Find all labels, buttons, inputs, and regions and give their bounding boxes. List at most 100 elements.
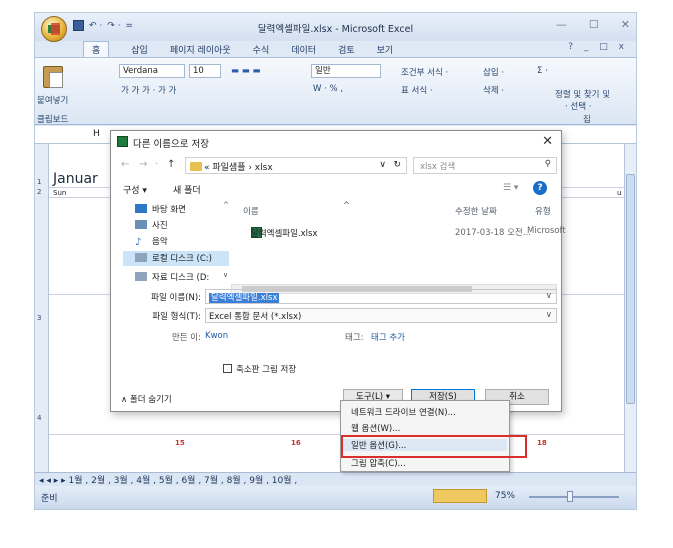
filename-input[interactable]: 달력엑셀파일.xlsx ∨ <box>205 289 557 304</box>
dialog-close-button[interactable]: ✕ <box>542 134 553 149</box>
nav-item-desktop[interactable]: 바탕 화면 <box>135 203 186 215</box>
tab-home[interactable]: 홈 <box>83 41 110 57</box>
calendar-cell[interactable]: 15 <box>175 439 185 447</box>
chevron-down-icon[interactable]: ∨ <box>546 310 552 320</box>
day-header-sun[interactable]: Sun <box>53 189 66 197</box>
address-bar[interactable]: « 파일샘플 › xlsx ∨ ↻ <box>185 157 407 174</box>
nav-item-data-disk-d[interactable]: 자료 디스크 (D: <box>135 271 209 283</box>
sheet-tabs[interactable]: ◂ ◂ ▸ ▸ 1월 , 2월 , 3월 , 4월 , 5월 , 6월 , 7월… <box>35 472 636 486</box>
nav-item-label: 사진 <box>152 221 168 231</box>
save-as-dialog: 다른 이름으로 저장 ✕ ← → · ↑ « 파일샘플 › xlsx ∨ ↻ x… <box>110 130 566 412</box>
row-number[interactable]: 2 <box>37 188 41 196</box>
drive-icon <box>135 272 147 281</box>
title-bar: ↶ · ↷ · = 달력엑셀파일.xlsx - Microsoft Excel … <box>35 13 636 42</box>
font-size-select[interactable]: 10 <box>189 64 221 78</box>
menu-item-map-network-drive[interactable]: 네트워크 드라이브 연결(N)... <box>351 406 456 418</box>
organize-button[interactable]: 구성 ▾ <box>123 183 147 196</box>
autosum-button[interactable]: Σ · <box>537 66 548 76</box>
tab-formulas[interactable]: 수식 <box>253 43 270 56</box>
minimize-button[interactable]: — <box>556 18 567 31</box>
grid-line <box>49 434 624 435</box>
chevron-up-icon[interactable]: ^ <box>223 201 229 209</box>
tab-review[interactable]: 검토 <box>338 43 355 56</box>
new-folder-button[interactable]: 새 폴더 <box>173 183 201 196</box>
row-number[interactable]: 4 <box>37 414 41 422</box>
file-row[interactable]: 달력엑셀파일.xlsx 2017-03-18 오전... Microsoft <box>235 225 566 239</box>
view-buttons[interactable] <box>433 489 487 503</box>
menu-item-compress-pictures[interactable]: 그림 압축(C)... <box>351 457 406 469</box>
font-style-buttons[interactable]: 가 가 가 · 가 가 <box>121 84 176 96</box>
month-title[interactable]: Januar <box>53 171 98 187</box>
zoom-level[interactable]: 75% <box>495 491 515 501</box>
file-list: 이름 ^ 수정한 날짜 유형 달력엑셀파일.xlsx 2017-03-18 오전… <box>235 201 566 283</box>
sort-filter-button[interactable]: 정렬 및 찾기 및 <box>555 88 610 100</box>
back-button[interactable]: ← <box>121 159 129 170</box>
calendar-cell[interactable]: 16 <box>291 439 301 447</box>
zoom-slider[interactable] <box>529 496 619 498</box>
chevron-down-icon[interactable]: ∨ <box>546 291 552 301</box>
tags-add-link[interactable]: 태그 추가 <box>371 331 405 343</box>
scroll-thumb[interactable] <box>626 174 635 404</box>
nav-pane-scrollbar[interactable]: ^ ∨ <box>223 201 231 283</box>
help-icon[interactable]: ? <box>533 181 547 195</box>
number-tools[interactable]: W · % , <box>313 84 343 94</box>
column-type[interactable]: 유형 <box>535 205 551 217</box>
number-format-select[interactable]: 일반 <box>311 64 381 78</box>
music-icon: ♪ <box>135 237 142 248</box>
recent-locations-button[interactable]: · <box>155 159 158 170</box>
chevron-down-icon[interactable]: ∨ <box>379 160 386 170</box>
tab-insert[interactable]: 삽입 <box>131 43 148 56</box>
forward-button[interactable]: → <box>139 159 147 170</box>
nav-item-pictures[interactable]: 사진 <box>135 219 168 231</box>
save-thumbnail-checkbox[interactable] <box>223 364 232 373</box>
delete-cells-button[interactable]: 삭제 · <box>483 84 504 96</box>
filetype-select[interactable]: Excel 통합 문서 (*.xlsx) ∨ <box>205 308 557 323</box>
column-name[interactable]: 이름 <box>243 205 259 217</box>
menu-item-web-options[interactable]: 웹 옵션(W)... <box>351 422 400 434</box>
day-header-right[interactable]: u <box>617 189 621 197</box>
calendar-cell[interactable]: 18 <box>537 439 547 447</box>
align-icons[interactable]: ▬ ▬ ▬ <box>231 66 261 76</box>
address-path: « 파일샘플 › xlsx <box>204 163 273 173</box>
dialog-title: 다른 이름으로 저장 <box>133 139 209 150</box>
pictures-icon <box>135 220 147 229</box>
row-headers: 1 2 3 4 <box>35 144 49 472</box>
tab-data[interactable]: 데이터 <box>291 43 316 56</box>
vertical-scrollbar[interactable] <box>624 144 636 472</box>
close-button[interactable]: ✕ <box>621 18 630 31</box>
maximize-button[interactable]: ☐ <box>589 18 599 31</box>
filetype-label: 파일 형식(T): <box>152 312 201 322</box>
filetype-value: Excel 통합 문서 (*.xlsx) <box>209 312 302 322</box>
row-number[interactable]: 3 <box>37 314 41 322</box>
refresh-icon[interactable]: ↻ <box>393 160 401 170</box>
view-options-button[interactable]: ☰ ▾ <box>503 183 518 193</box>
column-modified[interactable]: 수정한 날짜 <box>455 205 497 217</box>
author-value[interactable]: Kwon <box>205 331 228 341</box>
font-name-select[interactable]: Verdana <box>119 64 185 78</box>
table-format-button[interactable]: 표 서식 · <box>401 84 433 96</box>
insert-cells-button[interactable]: 삽입 · <box>483 66 504 78</box>
paste-button[interactable]: 붙여넣기 <box>37 94 68 106</box>
address-row: ← → · ↑ « 파일샘플 › xlsx ∨ ↻ xlsx 검색 ⚲ <box>111 155 561 177</box>
zoom-slider-knob[interactable] <box>567 491 573 502</box>
paste-icon[interactable] <box>43 66 63 88</box>
tab-page-layout[interactable]: 페이지 레이아웃 <box>170 43 231 56</box>
up-button[interactable]: ↑ <box>167 159 175 170</box>
search-placeholder: xlsx 검색 <box>420 162 456 172</box>
search-input[interactable]: xlsx 검색 ⚲ <box>413 157 557 174</box>
editing-group-label: 집 <box>583 115 591 125</box>
nav-item-music[interactable]: ♪ 음악 <box>135 235 168 248</box>
conditional-format-button[interactable]: 조건부 서식 · <box>401 66 448 78</box>
tags-label: 태그: <box>345 333 364 343</box>
find-select-button[interactable]: · 선택 · <box>565 100 591 112</box>
tab-view[interactable]: 보기 <box>377 43 394 56</box>
ribbon-window-controls[interactable]: ? _ □ x <box>568 42 628 52</box>
hide-folders-button[interactable]: ∧ 폴더 숨기기 <box>121 393 172 405</box>
nav-item-local-disk-c[interactable]: 로컬 디스크 (C:) <box>135 252 212 264</box>
name-box[interactable]: H <box>93 129 100 139</box>
ribbon: 붙여넣기 클립보드 Verdana 10 가 가 가 · 가 가 ▬ ▬ ▬ 일… <box>35 57 636 125</box>
chevron-down-icon[interactable]: ∨ <box>223 271 228 279</box>
navigation-pane: 바탕 화면 사진 ♪ 음악 로컬 디스크 (C:) 자료 디스크 (D: <box>121 201 231 283</box>
search-icon: ⚲ <box>544 159 551 169</box>
row-number[interactable]: 1 <box>37 178 41 186</box>
